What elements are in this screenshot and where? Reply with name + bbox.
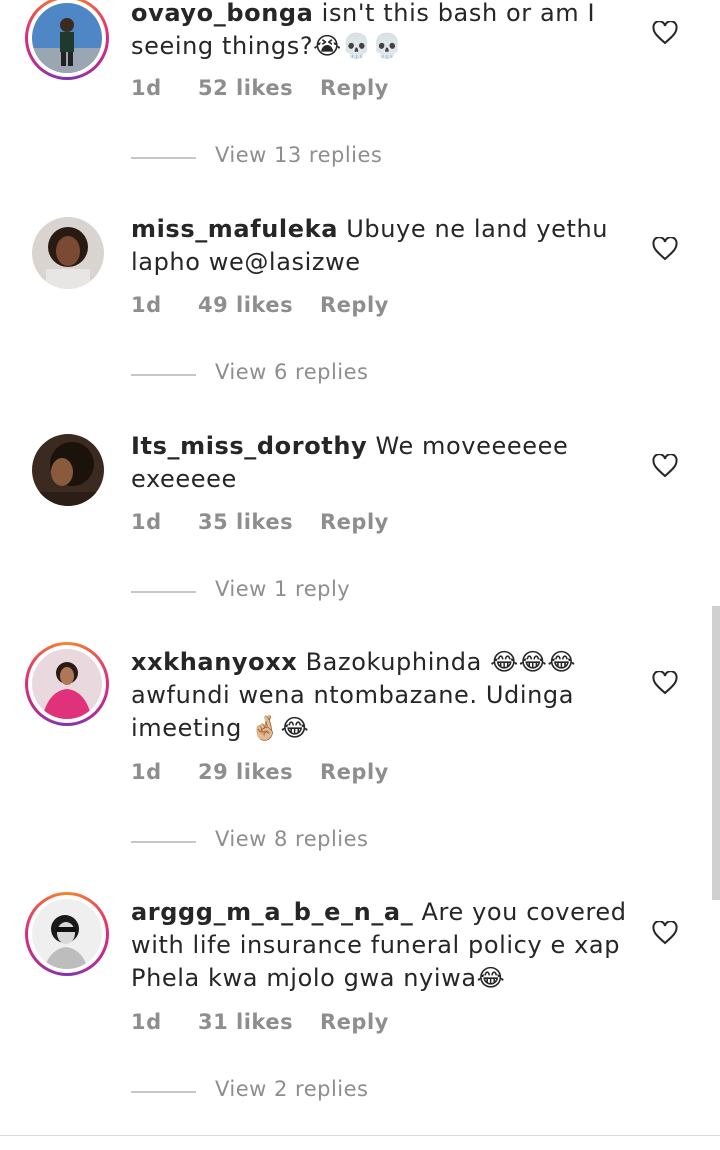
view-replies-button[interactable]: View 1 reply [131, 577, 531, 607]
comment-time: 1d [131, 510, 162, 534]
heart-outline-icon[interactable] [652, 671, 678, 695]
view-replies-button[interactable]: View 8 replies [131, 827, 531, 857]
comment-likes[interactable]: 52 likes [198, 76, 293, 100]
comment-username[interactable]: ovayo_bonga [131, 0, 313, 27]
reply-button[interactable]: Reply [320, 1010, 389, 1034]
view-replies-button[interactable]: View 13 replies [131, 143, 531, 173]
comment-time: 1d [131, 760, 162, 784]
divider-line [131, 157, 196, 159]
view-replies-label[interactable]: View 13 replies [215, 143, 382, 167]
avatar-image [32, 217, 104, 289]
reply-button[interactable]: Reply [320, 760, 389, 784]
scrollbar-thumb[interactable] [712, 606, 720, 900]
heart-outline-icon[interactable] [652, 21, 678, 45]
comment-text: Its_miss_dorothy We moveeeeee exeeeee [131, 430, 631, 496]
comment-text: arggg_m_a_b_e_n_a_ Are you covered with … [131, 896, 631, 995]
comment-username[interactable]: miss_mafuleka [131, 215, 338, 243]
avatar[interactable] [32, 217, 104, 289]
divider-line [131, 841, 196, 843]
view-replies-label[interactable]: View 2 replies [215, 1077, 369, 1101]
comment-text: ovayo_bonga isn't this bash or am I seei… [131, 0, 631, 63]
reply-button[interactable]: Reply [320, 510, 389, 534]
heart-outline-icon[interactable] [652, 454, 678, 478]
comment-likes[interactable]: 31 likes [198, 1010, 293, 1034]
avatar-story-ring[interactable] [25, 892, 109, 976]
avatar [32, 3, 102, 73]
comment-time: 1d [131, 76, 162, 100]
view-replies-label[interactable]: View 8 replies [215, 827, 369, 851]
comment-likes[interactable]: 49 likes [198, 293, 293, 317]
heart-outline-icon[interactable] [652, 921, 678, 945]
view-replies-label[interactable]: View 6 replies [215, 360, 369, 384]
avatar [32, 649, 102, 719]
comment-item: Its_miss_dorothy We moveeeeee exeeeee 1d… [0, 432, 720, 622]
comment-likes[interactable]: 29 likes [198, 760, 293, 784]
bottom-divider [0, 1135, 720, 1136]
comment-text: miss_mafuleka Ubuye ne land yethu lapho … [131, 213, 631, 279]
reply-button[interactable]: Reply [320, 76, 389, 100]
reply-button[interactable]: Reply [320, 293, 389, 317]
heart-outline-icon[interactable] [652, 237, 678, 261]
divider-line [131, 374, 196, 376]
comment-username[interactable]: Its_miss_dorothy [131, 432, 367, 460]
comment-item: ovayo_bonga isn't this bash or am I seei… [0, 0, 720, 190]
comment-time: 1d [131, 293, 162, 317]
view-replies-label[interactable]: View 1 reply [215, 577, 350, 601]
comment-item: miss_mafuleka Ubuye ne land yethu lapho … [0, 215, 720, 405]
avatar[interactable] [32, 434, 104, 506]
avatar-story-ring[interactable] [25, 0, 109, 80]
view-replies-button[interactable]: View 6 replies [131, 360, 531, 390]
avatar-image [32, 434, 104, 506]
view-replies-button[interactable]: View 2 replies [131, 1077, 531, 1107]
comment-time: 1d [131, 1010, 162, 1034]
comment-text: xxkhanyoxx Bazokuphinda 😂😂😂 awfundi wena… [131, 646, 631, 745]
avatar-story-ring[interactable] [25, 642, 109, 726]
comment-username[interactable]: arggg_m_a_b_e_n_a_ [131, 898, 413, 926]
divider-line [131, 1091, 196, 1093]
comment-item: arggg_m_a_b_e_n_a_ Are you covered with … [0, 892, 720, 1125]
divider-line [131, 591, 196, 593]
avatar [32, 899, 102, 969]
comment-username[interactable]: xxkhanyoxx [131, 648, 297, 676]
comment-likes[interactable]: 35 likes [198, 510, 293, 534]
comment-item: xxkhanyoxx Bazokuphinda 😂😂😂 awfundi wena… [0, 642, 720, 875]
